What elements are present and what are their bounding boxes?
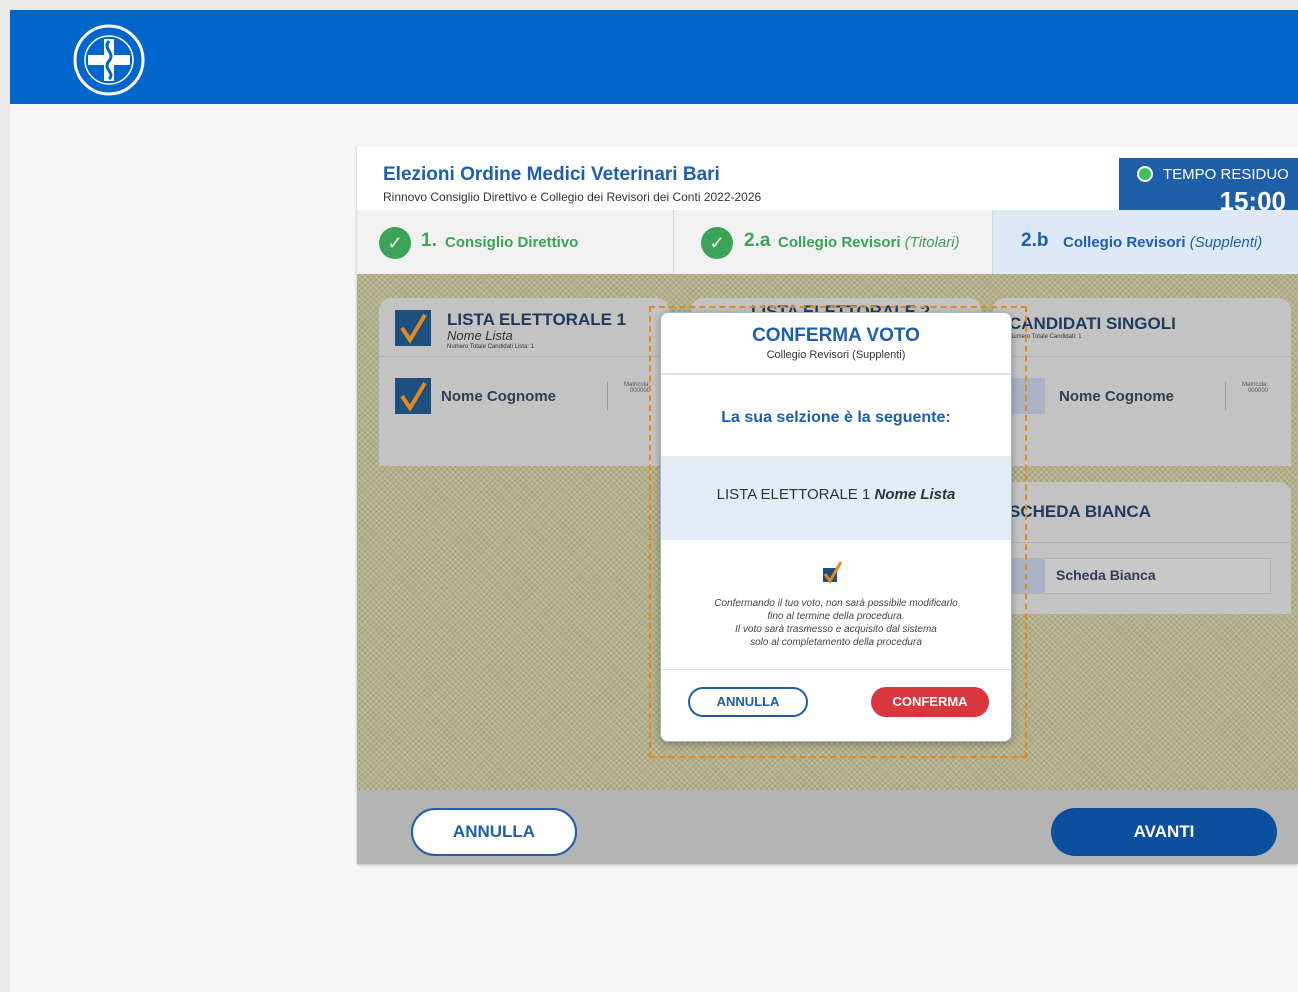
divider (993, 356, 1291, 357)
step-label: Consiglio Direttivo (445, 234, 579, 251)
divider (661, 669, 1011, 670)
blank-ballot-panel: SCHEDA BIANCA Scheda Bianca (993, 482, 1291, 614)
confirmation-note: Confermando il tuo voto, non sarà possib… (661, 597, 1011, 649)
checkmark-icon (400, 381, 427, 412)
blank-ballot-label: Scheda Bianca (1056, 567, 1156, 583)
candidate-checkbox[interactable] (395, 378, 431, 414)
page-subtitle: Rinnovo Consiglio Direttivo e Collegio d… (383, 190, 762, 204)
blank-ballot-option[interactable]: Scheda Bianca (1015, 558, 1271, 594)
single-candidates-panel: CANDIDATI SINGOLI Numero Totale Candidat… (993, 298, 1291, 466)
matricola-value: 000000 (629, 388, 650, 394)
list-title: LISTA ELETTORALE 1 (447, 310, 627, 329)
status-dot-icon (1137, 166, 1153, 182)
selection-name: Nome Lista (874, 486, 956, 503)
tab-revisori-supplenti[interactable]: 2.b Collegio Revisori (Supplenti) (993, 210, 1298, 274)
list-name: Nome Lista (447, 328, 513, 343)
step-label: Collegio Revisori (Supplenti) (1063, 234, 1262, 251)
selection-box: LISTA ELETTORALE 1 Nome Lista (661, 456, 1011, 540)
divider (993, 542, 1291, 543)
matricola-value: 000000 (1247, 388, 1268, 394)
panel-title: SCHEDA BIANCA (1009, 502, 1151, 521)
selection-text: LISTA ELETTORALE 1 Nome Lista (661, 486, 1011, 503)
divider (661, 373, 1011, 375)
step-number: 2.b (1021, 230, 1049, 251)
vote-check-icon (823, 561, 843, 584)
step-label-sub: (Supplenti) (1189, 234, 1263, 251)
matricola: Matricola: 000000 (607, 382, 650, 410)
step-tabs: ✓ 1. Consiglio Direttivo ✓ 2.a Collegio … (357, 210, 1298, 274)
step-number: 1. (421, 230, 437, 251)
next-button[interactable]: AVANTI (1051, 808, 1277, 856)
note-line: fino al termine della procedura. (767, 611, 905, 622)
tab-consiglio-direttivo[interactable]: ✓ 1. Consiglio Direttivo (357, 210, 674, 274)
matricola: Matricola: 000000 (1225, 382, 1268, 410)
voting-card: Elezioni Ordine Medici Veterinari Bari R… (357, 146, 1298, 864)
note-line: Confermando il tuo voto, non sarà possib… (714, 598, 958, 609)
step-label-main: Collegio Revisori (778, 234, 901, 251)
check-icon: ✓ (379, 227, 411, 259)
remaining-time-badge: TEMPO RESIDUO 15:00 (1119, 158, 1298, 216)
step-label-main: Collegio Revisori (1063, 234, 1186, 251)
list-checkbox[interactable] (395, 310, 431, 346)
step-number: 2.a (744, 230, 771, 251)
note-line: solo al completamento della procedura (750, 637, 922, 648)
dialog-title: CONFERMA VOTO (752, 325, 920, 346)
candidate-name: Nome Cognome (441, 388, 557, 405)
step-label-sub: (Titolari) (904, 234, 960, 251)
dialog-confirm-button[interactable]: CONFERMA (871, 687, 989, 717)
checkmark-icon (400, 313, 427, 344)
page-title: Elezioni Ordine Medici Veterinari Bari (383, 164, 720, 185)
tab-revisori-titolari[interactable]: ✓ 2.a Collegio Revisori (Titolari) (674, 210, 993, 274)
selection-question: La sua selzione è la seguente: (721, 409, 951, 426)
dialog-subtitle: Collegio Revisori (Supplenti) (766, 349, 906, 361)
divider (379, 356, 669, 357)
order-logo-icon (73, 24, 145, 96)
confirm-vote-dialog: CONFERMA VOTO Collegio Revisori (Supplen… (660, 312, 1012, 742)
cancel-button[interactable]: ANNULLA (411, 808, 577, 856)
timer-label: TEMPO RESIDUO (1163, 166, 1289, 183)
step-label: Collegio Revisori (Titolari) (778, 234, 960, 251)
top-bar (10, 10, 1298, 104)
app-frame: Elezioni Ordine Medici Veterinari Bari R… (10, 10, 1298, 992)
check-icon: ✓ (701, 227, 733, 259)
ballot-area: LISTA ELETTORALE 1 Nome Lista Numero Tot… (357, 274, 1298, 790)
panel-title: CANDIDATI SINGOLI (1009, 314, 1176, 333)
selection-list: LISTA ELETTORALE 1 (716, 486, 871, 503)
list-count: Numero Totale Candidati Lista: 1 (447, 344, 534, 350)
list-panel-1: LISTA ELETTORALE 1 Nome Lista Numero Tot… (379, 298, 669, 466)
note-line: Il voto sarà trasmesso e acquisito dal s… (735, 624, 937, 635)
dialog-cancel-button[interactable]: ANNULLA (688, 687, 808, 717)
candidate-name: Nome Cognome (1059, 388, 1175, 405)
card-footer: ANNULLA AVANTI (357, 790, 1298, 864)
